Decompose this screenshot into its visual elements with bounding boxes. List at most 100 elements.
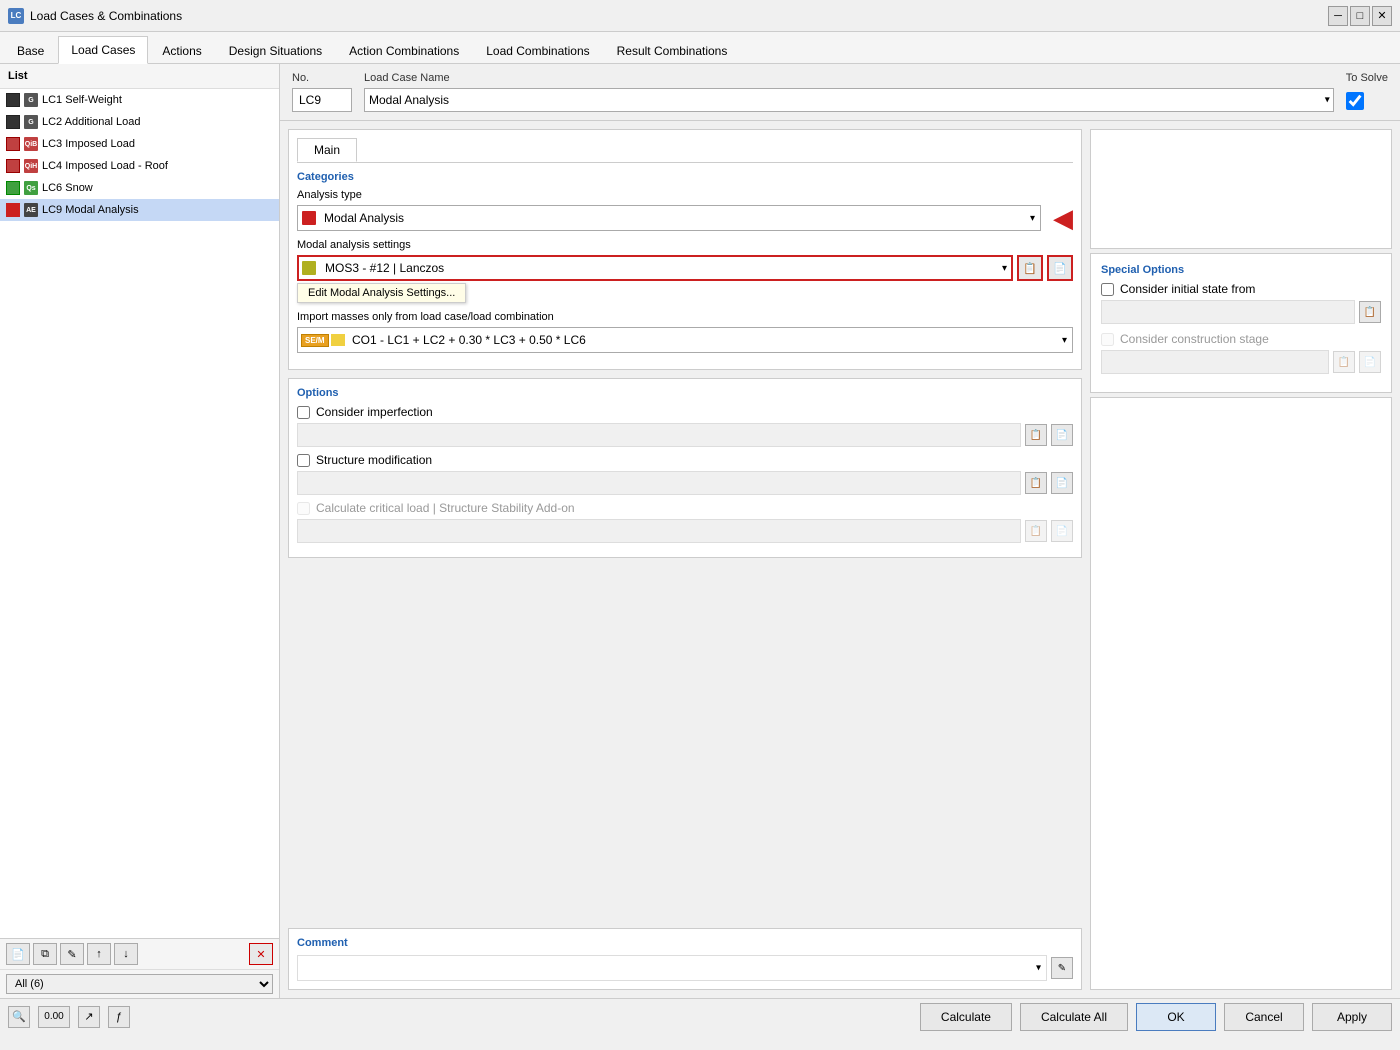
- no-label: No.: [292, 72, 352, 84]
- inner-tabs: Main: [297, 138, 1073, 163]
- analysis-type-select[interactable]: Modal Analysis: [297, 205, 1041, 231]
- structure-label: Structure modification: [316, 453, 432, 467]
- list-item[interactable]: G LC2 Additional Load: [0, 111, 279, 133]
- initial-state-option: Consider initial state from 📋: [1101, 282, 1381, 324]
- tab-base[interactable]: Base: [4, 37, 57, 64]
- add-button[interactable]: 📄: [6, 943, 30, 965]
- side-panel: Special Options Consider initial state f…: [1090, 121, 1400, 998]
- status-search-btn[interactable]: 🔍: [8, 1006, 30, 1028]
- structure-edit-btn: 📋: [1025, 472, 1047, 494]
- critical-checkbox: [297, 502, 310, 515]
- export-button[interactable]: ↑: [87, 943, 111, 965]
- tab-design-situations[interactable]: Design Situations: [216, 37, 335, 64]
- modal-settings-select[interactable]: MOS3 - #12 | Lanczos: [297, 255, 1013, 281]
- initial-state-checkbox[interactable]: [1101, 283, 1114, 296]
- item-tag-2: G: [24, 115, 38, 129]
- item-color-5: [6, 181, 20, 195]
- import-button[interactable]: ↓: [114, 943, 138, 965]
- imperfection-checkbox[interactable]: [297, 406, 310, 419]
- window-title: Load Cases & Combinations: [30, 9, 182, 23]
- filter-dropdown[interactable]: All (6): [6, 974, 273, 994]
- delete-button[interactable]: ✕: [249, 943, 273, 965]
- tab-actions[interactable]: Actions: [149, 37, 214, 64]
- no-group: No.: [292, 72, 352, 112]
- list-items: G LC1 Self-Weight G LC2 Additional Load …: [0, 89, 279, 938]
- list-item[interactable]: Qs LC6 Snow: [0, 177, 279, 199]
- critical-label: Calculate critical load | Structure Stab…: [316, 501, 575, 515]
- initial-state-btn: 📋: [1359, 301, 1381, 323]
- structure-input: [297, 471, 1021, 495]
- item-tag-4: QiH: [24, 159, 38, 173]
- close-button[interactable]: ✕: [1372, 6, 1392, 26]
- item-label-1: LC1 Self-Weight: [42, 94, 273, 106]
- modal-settings-field: Modal analysis settings MOS3 - #12 | Lan…: [297, 239, 1073, 303]
- list-header: List: [0, 64, 279, 89]
- settings-new-button[interactable]: 📄: [1047, 255, 1073, 281]
- minimize-button[interactable]: ─: [1328, 6, 1348, 26]
- arrow-annotation: ◀: [1053, 205, 1073, 231]
- item-label-4: LC4 Imposed Load - Roof: [42, 160, 273, 172]
- imperfection-label: Consider imperfection: [316, 405, 433, 419]
- options-header: Options: [297, 387, 1073, 399]
- no-input[interactable]: [292, 88, 352, 112]
- imperfection-edit-btn: 📋: [1025, 424, 1047, 446]
- special-options-header: Special Options: [1101, 264, 1381, 276]
- tab-main[interactable]: Main: [297, 138, 357, 162]
- settings-color: [302, 261, 316, 275]
- construction-edit-btn: 📋: [1333, 351, 1355, 373]
- list-item[interactable]: QiB LC3 Imposed Load: [0, 133, 279, 155]
- import-masses-field: Import masses only from load case/load c…: [297, 311, 1073, 353]
- options-box: Options Consider imperfection 📋 📄: [288, 378, 1082, 558]
- apply-button[interactable]: Apply: [1312, 1003, 1392, 1031]
- critical-new-btn: 📄: [1051, 520, 1073, 542]
- imperfection-new-btn: 📄: [1051, 424, 1073, 446]
- tab-load-combinations[interactable]: Load Combinations: [473, 37, 602, 64]
- top-form: No. Load Case Name Modal Analysis To Sol…: [280, 64, 1400, 121]
- critical-option: Calculate critical load | Structure Stab…: [297, 501, 1073, 543]
- cancel-button[interactable]: Cancel: [1224, 1003, 1304, 1031]
- to-solve-checkbox[interactable]: [1346, 92, 1364, 110]
- name-label: Load Case Name: [364, 72, 1334, 84]
- special-options-box: Special Options Consider initial state f…: [1090, 253, 1392, 393]
- status-value-btn[interactable]: 0.00: [38, 1006, 70, 1028]
- list-item-selected[interactable]: AE LC9 Modal Analysis: [0, 199, 279, 221]
- tab-result-combinations[interactable]: Result Combinations: [604, 37, 741, 64]
- status-func-btn[interactable]: ƒ: [108, 1006, 130, 1028]
- construction-label: Consider construction stage: [1120, 332, 1269, 346]
- window-controls: ─ □ ✕: [1328, 6, 1392, 26]
- initial-state-input: [1101, 300, 1355, 324]
- calculate-all-button[interactable]: Calculate All: [1020, 1003, 1128, 1031]
- structure-checkbox[interactable]: [297, 454, 310, 467]
- construction-checkbox: [1101, 333, 1114, 346]
- imperfection-input: [297, 423, 1021, 447]
- title-bar: LC Load Cases & Combinations ─ □ ✕: [0, 0, 1400, 32]
- list-toolbar: 📄 ⧉ ✎ ↑ ↓ ✕: [0, 938, 279, 969]
- status-bar: 🔍 0.00 ↗ ƒ Calculate Calculate All OK Ca…: [0, 998, 1400, 1034]
- edit-tooltip-btn[interactable]: Edit Modal Analysis Settings...: [297, 283, 466, 303]
- structure-option: Structure modification 📋 📄: [297, 453, 1073, 495]
- comment-edit-btn[interactable]: ✎: [1051, 957, 1073, 979]
- item-tag-5: Qs: [24, 181, 38, 195]
- categories-section: Categories Analysis type Modal Analysis: [297, 171, 1073, 353]
- item-color-6: [6, 203, 20, 217]
- tab-action-combinations[interactable]: Action Combinations: [336, 37, 472, 64]
- list-item[interactable]: QiH LC4 Imposed Load - Roof: [0, 155, 279, 177]
- tab-bar: Base Load Cases Actions Design Situation…: [0, 32, 1400, 64]
- name-group: Load Case Name Modal Analysis: [364, 72, 1334, 112]
- comment-select[interactable]: [297, 955, 1047, 981]
- edit-button[interactable]: ✎: [60, 943, 84, 965]
- comment-box: Comment ▾ ✎: [288, 928, 1082, 990]
- comment-row: ▾ ✎: [297, 955, 1073, 981]
- load-case-name-select[interactable]: Modal Analysis: [364, 88, 1334, 112]
- initial-state-label: Consider initial state from: [1120, 282, 1255, 296]
- list-item[interactable]: G LC1 Self-Weight: [0, 89, 279, 111]
- ok-button[interactable]: OK: [1136, 1003, 1216, 1031]
- imperfection-option: Consider imperfection 📋 📄: [297, 405, 1073, 447]
- maximize-button[interactable]: □: [1350, 6, 1370, 26]
- calculate-button[interactable]: Calculate: [920, 1003, 1012, 1031]
- status-arrow-btn[interactable]: ↗: [78, 1006, 100, 1028]
- tab-load-cases[interactable]: Load Cases: [58, 36, 148, 64]
- duplicate-button[interactable]: ⧉: [33, 943, 57, 965]
- settings-edit-button[interactable]: 📋: [1017, 255, 1043, 281]
- import-masses-select[interactable]: CO1 - LC1 + LC2 + 0.30 * LC3 + 0.50 * LC…: [297, 327, 1073, 353]
